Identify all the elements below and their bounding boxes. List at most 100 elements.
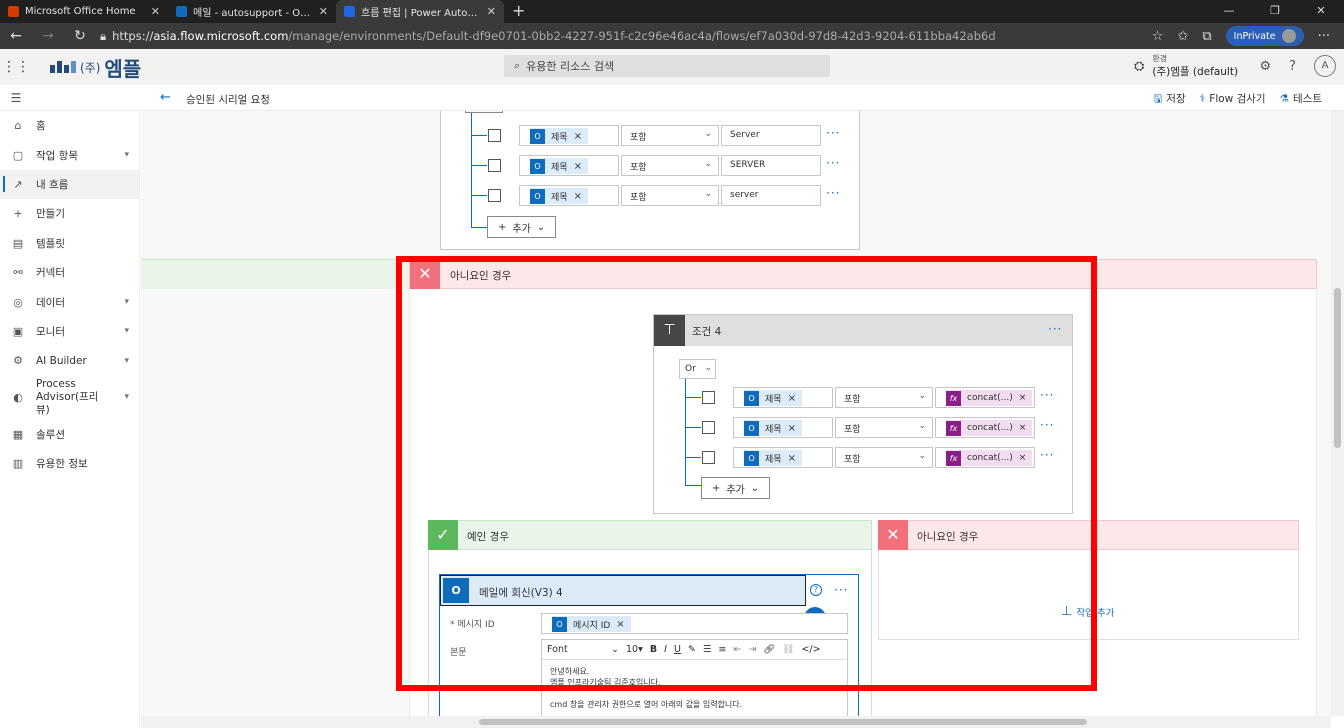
settings-gear-icon[interactable]: ⚙ — [1259, 59, 1271, 74]
inprivate-badge[interactable]: InPrivate — [1225, 26, 1304, 46]
sidebar-item-create[interactable]: + 만들기 — [0, 199, 139, 228]
group-operator-dropdown[interactable]: Or ⌄ — [679, 359, 716, 379]
close-tab-icon[interactable]: ✕ — [487, 5, 496, 18]
close-window-icon[interactable]: ✕ — [1298, 0, 1344, 22]
numbered-list-icon[interactable]: ≡ — [718, 644, 726, 655]
resource-search-input[interactable]: ⌕ 유용한 리소스 검색 — [504, 55, 830, 77]
subject-token[interactable]: O 제목 × — [530, 128, 588, 144]
remove-token-icon[interactable]: × — [574, 161, 582, 172]
condition-value-input[interactable]: SERVER — [721, 155, 821, 176]
hamburger-menu-icon[interactable]: ☰ — [0, 91, 32, 105]
horizontal-scrollbar[interactable] — [141, 716, 1331, 728]
increase-indent-icon[interactable]: ⇥ — [748, 644, 756, 655]
remove-token-icon[interactable]: × — [1019, 453, 1027, 463]
url-field[interactable]: 🔒︎ https://asia.flow.microsoft.com/manag… — [96, 29, 1152, 44]
message-id-token[interactable]: O 메시지 ID × — [552, 616, 631, 632]
back-arrow-icon[interactable]: ← — [0, 28, 32, 44]
remove-token-icon[interactable]: × — [616, 619, 624, 630]
font-family-dropdown[interactable]: Font ⌄ — [547, 644, 619, 655]
subject-token[interactable]: O 제목 × — [744, 420, 802, 436]
row-checkbox[interactable] — [702, 391, 715, 404]
back-arrow-icon[interactable]: ← — [160, 90, 171, 105]
expression-token[interactable]: fx concat(...) × — [946, 420, 1033, 436]
flow-designer-canvas[interactable]: O 제목 × 포함 ⌄ Server ··· O 제목 × 포함 ⌄ SERVER ··· … — [141, 111, 1331, 716]
condition-left-operand[interactable]: O 제목 × — [733, 417, 833, 438]
sidebar-item-my-flows[interactable]: ↗ 내 흐름 — [0, 169, 139, 200]
scrollbar-thumb[interactable] — [479, 719, 1087, 725]
row-more-icon[interactable]: ··· — [826, 126, 840, 140]
condition-4-header[interactable]: ⊤ 조건 4 ··· — [654, 315, 1072, 346]
favorites-icon[interactable]: ✩ — [1177, 29, 1188, 44]
body-editor[interactable]: Font ⌄ 10▾ B I U ✎ ☰ ≡ ⇤ ⇥ 🔗︎ ⛓ </> 안녕하세요… — [541, 639, 848, 716]
row-more-icon[interactable]: ··· — [1040, 418, 1054, 432]
operator-dropdown[interactable]: 포함 ⌄ — [621, 125, 719, 146]
condition-left-operand[interactable]: O 제목 × — [519, 125, 619, 146]
operator-dropdown[interactable]: 포함 ⌄ — [835, 417, 933, 438]
sidebar-item-ai-builder[interactable]: ⚙ AI Builder ▾ — [0, 346, 139, 375]
account-avatar[interactable]: A — [1314, 55, 1336, 77]
add-row-button[interactable]: + 추가 ⌄ — [487, 216, 557, 238]
expression-token[interactable]: fx concat(...) × — [946, 390, 1033, 406]
row-more-icon[interactable]: ··· — [1040, 448, 1054, 462]
environment-picker[interactable]: ⛭ 환경 (주)엠플 (default) — [1134, 53, 1238, 79]
browser-tab-office[interactable]: Microsoft Office Home ✕ — [0, 0, 168, 23]
italic-icon[interactable]: I — [664, 644, 667, 655]
close-tab-icon[interactable]: ✕ — [319, 5, 328, 18]
card-more-icon[interactable]: ··· — [1048, 322, 1062, 336]
bullet-list-icon[interactable]: ☰ — [703, 644, 712, 655]
subject-token[interactable]: O 제목 × — [744, 390, 802, 406]
operator-dropdown[interactable]: 포함 ⌄ — [835, 447, 933, 468]
vertical-scrollbar[interactable] — [1331, 111, 1344, 716]
company-logo[interactable]: (주) 엠플 — [50, 53, 141, 82]
operator-dropdown[interactable]: 포함 ⌄ — [835, 387, 933, 408]
row-more-icon[interactable]: ··· — [826, 156, 840, 170]
favorite-star-icon[interactable]: ☆ — [1152, 29, 1164, 44]
row-more-icon[interactable]: ··· — [826, 186, 840, 200]
highlight-pen-icon[interactable]: ✎ — [688, 644, 696, 655]
browser-tab-power-automate[interactable]: 흐름 편집 | Power Automate ✕ — [336, 0, 504, 23]
browser-tab-outlook[interactable]: 메일 - autosupport - Outlook ✕ — [168, 0, 336, 23]
sidebar-item-home[interactable]: ⌂ 홈 — [0, 111, 139, 140]
sidebar-item-solutions[interactable]: ▦ 솔루션 — [0, 420, 139, 449]
action-header[interactable]: O 메일에 회신(V3) 4 — [440, 575, 806, 606]
sidebar-item-data[interactable]: ◎ 데이터 ▾ — [0, 287, 139, 316]
subject-token[interactable]: O 제목 × — [530, 188, 588, 204]
yes-branch-header[interactable]: ✓ 예인 경우 — [428, 520, 872, 550]
condition-left-operand[interactable]: O 제목 × — [519, 185, 619, 206]
message-id-input[interactable]: O 메시지 ID × — [541, 613, 848, 634]
remove-token-icon[interactable]: × — [788, 423, 796, 434]
row-checkbox[interactable] — [488, 189, 501, 202]
operator-dropdown[interactable]: 포함 ⌄ — [621, 155, 719, 176]
more-menu-icon[interactable]: ··· — [1318, 29, 1330, 44]
remove-token-icon[interactable]: × — [788, 393, 796, 404]
sidebar-item-templates[interactable]: ▤ 템플릿 — [0, 229, 139, 258]
condition-value-input[interactable]: server — [721, 185, 821, 206]
restore-icon[interactable]: ❐ — [1252, 0, 1298, 22]
subject-token[interactable]: O 제목 × — [530, 158, 588, 174]
help-icon[interactable]: ? — [1289, 59, 1296, 74]
sidebar-item-learn[interactable]: ▥ 유용한 정보 — [0, 449, 139, 478]
bold-icon[interactable]: B — [650, 644, 657, 655]
sidebar-item-process-advisor[interactable]: ◐ Process Advisor(프리뷰) ▾ — [0, 376, 139, 420]
condition-right-operand[interactable]: fx concat(...) × — [935, 387, 1035, 408]
sidebar-item-monitor[interactable]: ▣ 모니터 ▾ — [0, 317, 139, 346]
outer-no-branch-header[interactable]: ✕ 아니요인 경우 — [409, 259, 1317, 289]
row-checkbox[interactable] — [702, 451, 715, 464]
link-icon[interactable]: 🔗︎ — [763, 644, 775, 655]
condition-value-input[interactable]: Server — [721, 125, 821, 146]
app-launcher-icon[interactable]: ⋮⋮ — [0, 59, 32, 75]
flow-checker-button[interactable]: ⚕ Flow 검사기 — [1200, 91, 1266, 109]
subject-token[interactable]: O 제목 × — [744, 450, 802, 466]
no-branch-header[interactable]: ✕ 아니요인 경우 — [878, 520, 1299, 550]
remove-token-icon[interactable]: × — [574, 131, 582, 142]
condition-left-operand[interactable]: O 제목 × — [733, 387, 833, 408]
code-view-icon[interactable]: </> — [801, 644, 820, 655]
scrollbar-thumb[interactable] — [1334, 288, 1341, 448]
add-action-button[interactable]: ⊥ 작업 추가 — [1061, 604, 1114, 619]
card-more-icon[interactable]: ··· — [834, 583, 848, 597]
minimize-icon[interactable]: — — [1206, 0, 1252, 22]
condition-left-operand[interactable]: O 제목 × — [733, 447, 833, 468]
expression-token[interactable]: fx concat(...) × — [946, 450, 1033, 466]
close-tab-icon[interactable]: ✕ — [151, 5, 160, 18]
new-tab-button[interactable]: + — [504, 0, 533, 23]
